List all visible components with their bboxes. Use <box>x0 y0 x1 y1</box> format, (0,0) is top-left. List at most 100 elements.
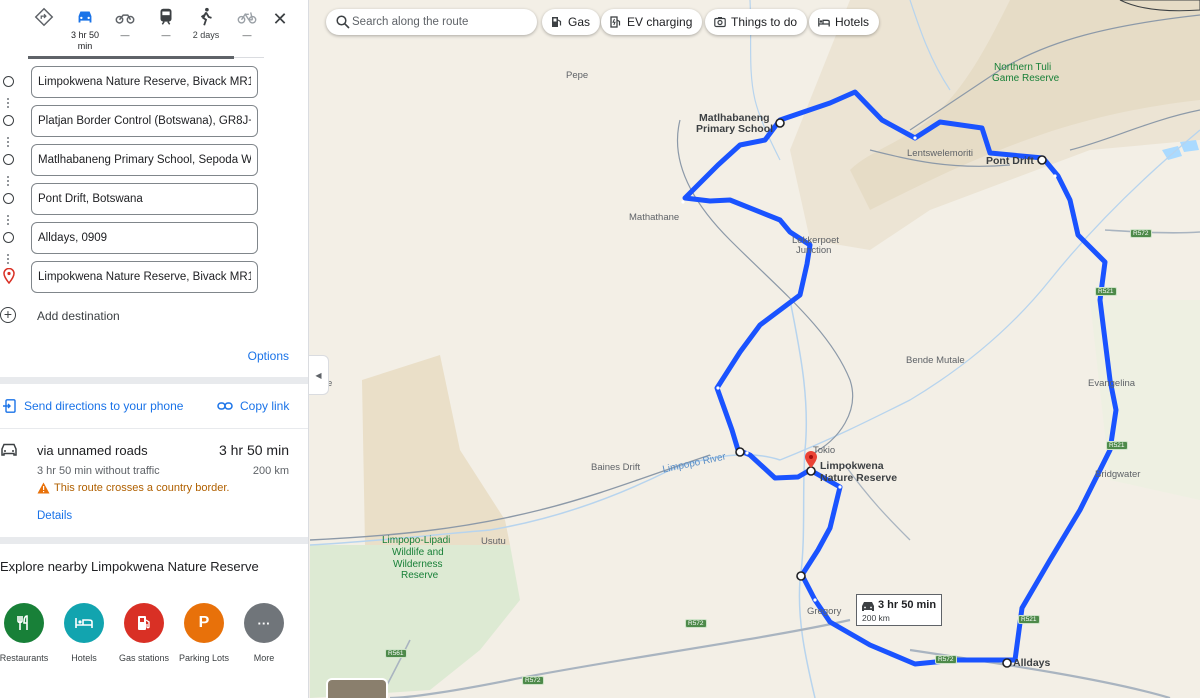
mode-transit[interactable]: — <box>146 6 186 41</box>
mode-cycling[interactable]: — <box>227 6 267 41</box>
more-icon: ··· <box>244 603 284 643</box>
stop-row <box>0 105 308 137</box>
collapse-panel-button[interactable]: ◀ <box>309 355 329 395</box>
map-label: Lentswelemoriti <box>907 148 973 159</box>
road-shield: R521 <box>1018 615 1040 624</box>
route-name: via unnamed roads <box>37 443 148 458</box>
map-label: Pont Drift <box>986 155 1034 167</box>
stop-input[interactable] <box>31 144 258 176</box>
map-canvas[interactable]: Pepe Matlhabaneng Primary School Mathath… <box>310 0 1200 698</box>
category-parking[interactable]: P Parking Lots <box>174 603 234 663</box>
stop-circle-icon <box>3 193 14 204</box>
map-label: Northern Tuli <box>994 62 1052 73</box>
motorcycle-icon <box>115 14 135 24</box>
stop-row <box>0 261 308 293</box>
train-icon <box>160 8 172 25</box>
mode-underline <box>28 56 234 59</box>
map-label: Mathathane <box>629 212 680 223</box>
add-destination-button[interactable]: + Add destination <box>0 305 308 327</box>
road-shield: R572 <box>935 655 957 664</box>
category-gas-stations[interactable]: Gas stations <box>114 603 174 663</box>
map-label: Wildlife and <box>392 547 444 558</box>
route-search-bar <box>326 9 537 35</box>
chip-gas[interactable]: Gas <box>542 9 601 35</box>
stop-input[interactable] <box>31 222 258 254</box>
map-label: Junction <box>796 245 832 256</box>
stop-input[interactable] <box>31 261 258 293</box>
mode-driving[interactable]: 3 hr 50 min <box>65 6 105 52</box>
map-label: Primary School <box>696 123 774 135</box>
walking-icon <box>200 7 212 26</box>
map-label: Tokio <box>813 445 836 456</box>
ev-charging-icon <box>610 16 621 28</box>
destination-pin-icon <box>3 268 15 284</box>
divider <box>0 377 308 384</box>
travel-mode-bar: 3 hr 50 min — — 2 days — ✕ <box>0 0 308 60</box>
mode-motorcycle[interactable]: — <box>105 6 145 41</box>
explore-title: Explore nearby Limpokwena Nature Reserve <box>0 559 259 574</box>
road-shield: R572 <box>522 676 544 685</box>
chip-ev-charging[interactable]: EV charging <box>601 9 703 35</box>
route-distance: 200 km <box>252 465 289 477</box>
layers-thumbnail[interactable] <box>326 678 388 698</box>
map-label: Reserve <box>401 570 439 581</box>
close-icon[interactable]: ✕ <box>268 8 292 30</box>
road-shield: R572 <box>685 619 707 628</box>
options-link[interactable]: Options <box>248 349 289 363</box>
stop-input[interactable] <box>31 105 258 137</box>
send-directions-link[interactable]: Send directions to your phone <box>24 399 183 413</box>
map-label: Pepe <box>566 70 589 81</box>
road-shield: R561 <box>385 649 407 658</box>
send-to-phone-icon <box>3 399 16 413</box>
search-along-route-input[interactable] <box>352 12 532 32</box>
hotel-icon <box>818 18 830 27</box>
directions-diamond-icon <box>34 7 54 27</box>
stop-row <box>0 144 308 176</box>
stop-circle-icon <box>3 232 14 243</box>
category-hotels[interactable]: Hotels <box>54 603 114 663</box>
border-warning: This route crosses a country border. <box>54 482 230 494</box>
map-label: Evangelina <box>1088 378 1136 389</box>
map-label: Alldays <box>1013 657 1051 669</box>
map-label: Bridgwater <box>1095 469 1141 480</box>
stop-row <box>0 183 308 215</box>
details-link[interactable]: Details <box>37 510 72 522</box>
chip-hotels[interactable]: Hotels <box>809 9 880 35</box>
copy-link-button[interactable]: Copy link <box>240 399 289 413</box>
stop-circle-icon <box>3 154 14 165</box>
category-more[interactable]: ··· More <box>234 603 294 663</box>
stop-circle-icon <box>3 76 14 87</box>
gas-station-icon <box>552 17 562 27</box>
category-restaurants[interactable]: Restaurants <box>0 603 54 663</box>
chip-things-to-do[interactable]: Things to do <box>705 9 808 35</box>
route-time-callout[interactable]: 3 hr 50 min 200 km <box>856 594 942 626</box>
restaurant-icon <box>4 603 44 643</box>
car-icon <box>862 602 874 611</box>
directions-panel: 3 hr 50 min — — 2 days — ✕ Limpokwena Na… <box>0 0 309 698</box>
stop-input[interactable] <box>31 66 258 98</box>
warning-icon <box>37 482 50 494</box>
divider <box>0 537 308 544</box>
road-shield: R521 <box>1095 287 1117 296</box>
map-label: Baines Drift <box>591 462 641 473</box>
search-icon <box>336 15 350 29</box>
car-icon <box>1 443 17 456</box>
map-label: Gregory <box>807 606 842 617</box>
road-shield: R521 <box>1106 441 1128 450</box>
map-label: Limpokwena <box>820 460 884 472</box>
route-traffic-note: 3 hr 50 min without traffic <box>37 465 160 477</box>
map-label: Bende Mutale <box>906 355 965 366</box>
map-label: Limpopo-Lipadi <box>382 535 451 546</box>
camera-icon <box>714 17 726 28</box>
stop-circle-icon <box>3 115 14 126</box>
mode-best[interactable] <box>24 6 64 30</box>
map-label: Nature Reserve <box>820 472 898 484</box>
stop-input[interactable] <box>31 183 258 215</box>
route-option[interactable]: via unnamed roads 3 hr 50 min 3 hr 50 mi… <box>0 440 308 530</box>
car-icon <box>78 11 92 23</box>
map-label: Usutu <box>481 536 506 547</box>
parking-icon: P <box>184 603 224 643</box>
mode-walking[interactable]: 2 days <box>186 6 226 41</box>
route-time: 3 hr 50 min <box>218 442 289 458</box>
add-circle-icon: + <box>0 307 16 323</box>
